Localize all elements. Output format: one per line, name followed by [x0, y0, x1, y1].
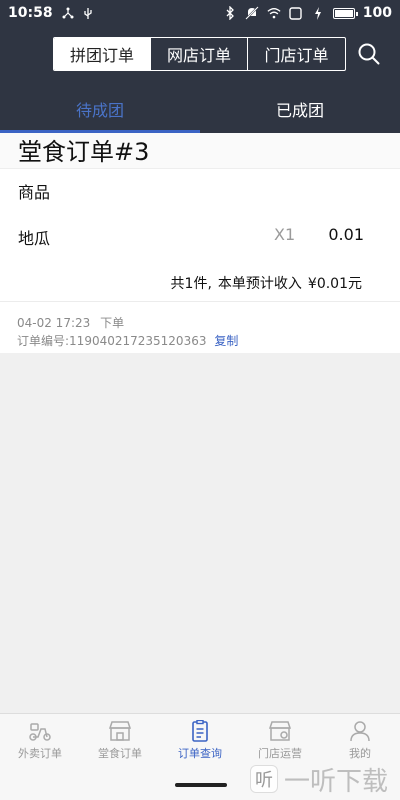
order-number-row: 订单编号:119040217235120363 复制 [17, 332, 238, 349]
order-number: 119040217235120363 [69, 334, 207, 348]
share-network-icon [61, 6, 75, 20]
order-type-segment: 拼团订单 网店订单 门店订单 [53, 37, 346, 71]
segment-online-orders[interactable]: 网店订单 [151, 38, 248, 70]
segment-store-orders[interactable]: 门店订单 [248, 38, 345, 70]
wifi-icon [267, 6, 281, 20]
charging-bolt-icon [311, 6, 325, 20]
mute-bell-icon [245, 6, 259, 20]
nav-label: 堂食订单 [98, 747, 142, 760]
search-icon[interactable] [357, 42, 381, 66]
summary-amount: ¥0.01元 [307, 276, 362, 292]
watermark-text: 一听下载 [284, 766, 389, 797]
tab-grouped[interactable]: 已成团 [200, 84, 400, 133]
battery-percent: 100 [362, 5, 392, 21]
goods-section-label: 商品 [18, 183, 51, 202]
segment-group-orders[interactable]: 拼团订单 [54, 38, 151, 70]
order-time: 04-02 17:23 [17, 316, 91, 330]
usb-icon [81, 6, 95, 20]
status-right-icons: 100 [223, 5, 392, 21]
summary-count: 共1件, [170, 276, 212, 292]
item-price: 0.01 [328, 225, 364, 244]
person-icon [350, 721, 370, 742]
bluetooth-icon [223, 6, 237, 20]
shop-settings-icon [268, 721, 292, 741]
delivery-scooter-icon [29, 723, 51, 741]
watermark-logo: 听 [250, 765, 278, 793]
tab-pending-group[interactable]: 待成团 [0, 84, 200, 133]
item-name: 地瓜 [18, 229, 51, 248]
top-header: 拼团订单 网店订单 门店订单 [0, 26, 400, 84]
summary-label: 本单预计收入 [217, 276, 302, 292]
status-time: 10:58 [8, 5, 53, 21]
nav-label: 外卖订单 [18, 747, 62, 760]
copy-button[interactable]: 复制 [214, 334, 238, 348]
list-item: 地瓜 X1 0.01 [0, 221, 400, 249]
nav-label: 订单查询 [178, 747, 222, 760]
nav-order-query[interactable]: 订单查询 [160, 714, 240, 767]
status-bar: 10:58 100 [0, 0, 400, 26]
item-quantity: X1 [274, 225, 296, 244]
order-card[interactable]: 堂食订单#3 商品 地瓜 X1 0.01 共1件, 本单预计收入 ¥0.01元 04… [0, 133, 400, 353]
group-status-tabs: 待成团 已成团 [0, 84, 400, 133]
order-summary: 共1件, 本单预计收入 ¥0.01元 [165, 273, 362, 293]
divider [0, 301, 400, 302]
order-title: 堂食订单#3 [0, 133, 400, 169]
home-indicator[interactable] [175, 783, 227, 787]
nav-dinein-orders[interactable]: 堂食订单 [80, 714, 160, 767]
watermark: 听 一听下载 [250, 758, 400, 800]
screen-icon [289, 6, 303, 20]
nav-takeout-orders[interactable]: 外卖订单 [0, 714, 80, 767]
order-time-suffix: 下单 [100, 316, 125, 330]
storefront-icon [108, 721, 132, 741]
battery-icon [332, 7, 358, 19]
status-left-icons [61, 6, 95, 20]
clipboard-icon [192, 720, 208, 742]
order-time-row: 04-02 17:23 下单 [17, 314, 124, 331]
order-number-label: 订单编号: [17, 334, 70, 348]
battery-fill [334, 9, 353, 17]
